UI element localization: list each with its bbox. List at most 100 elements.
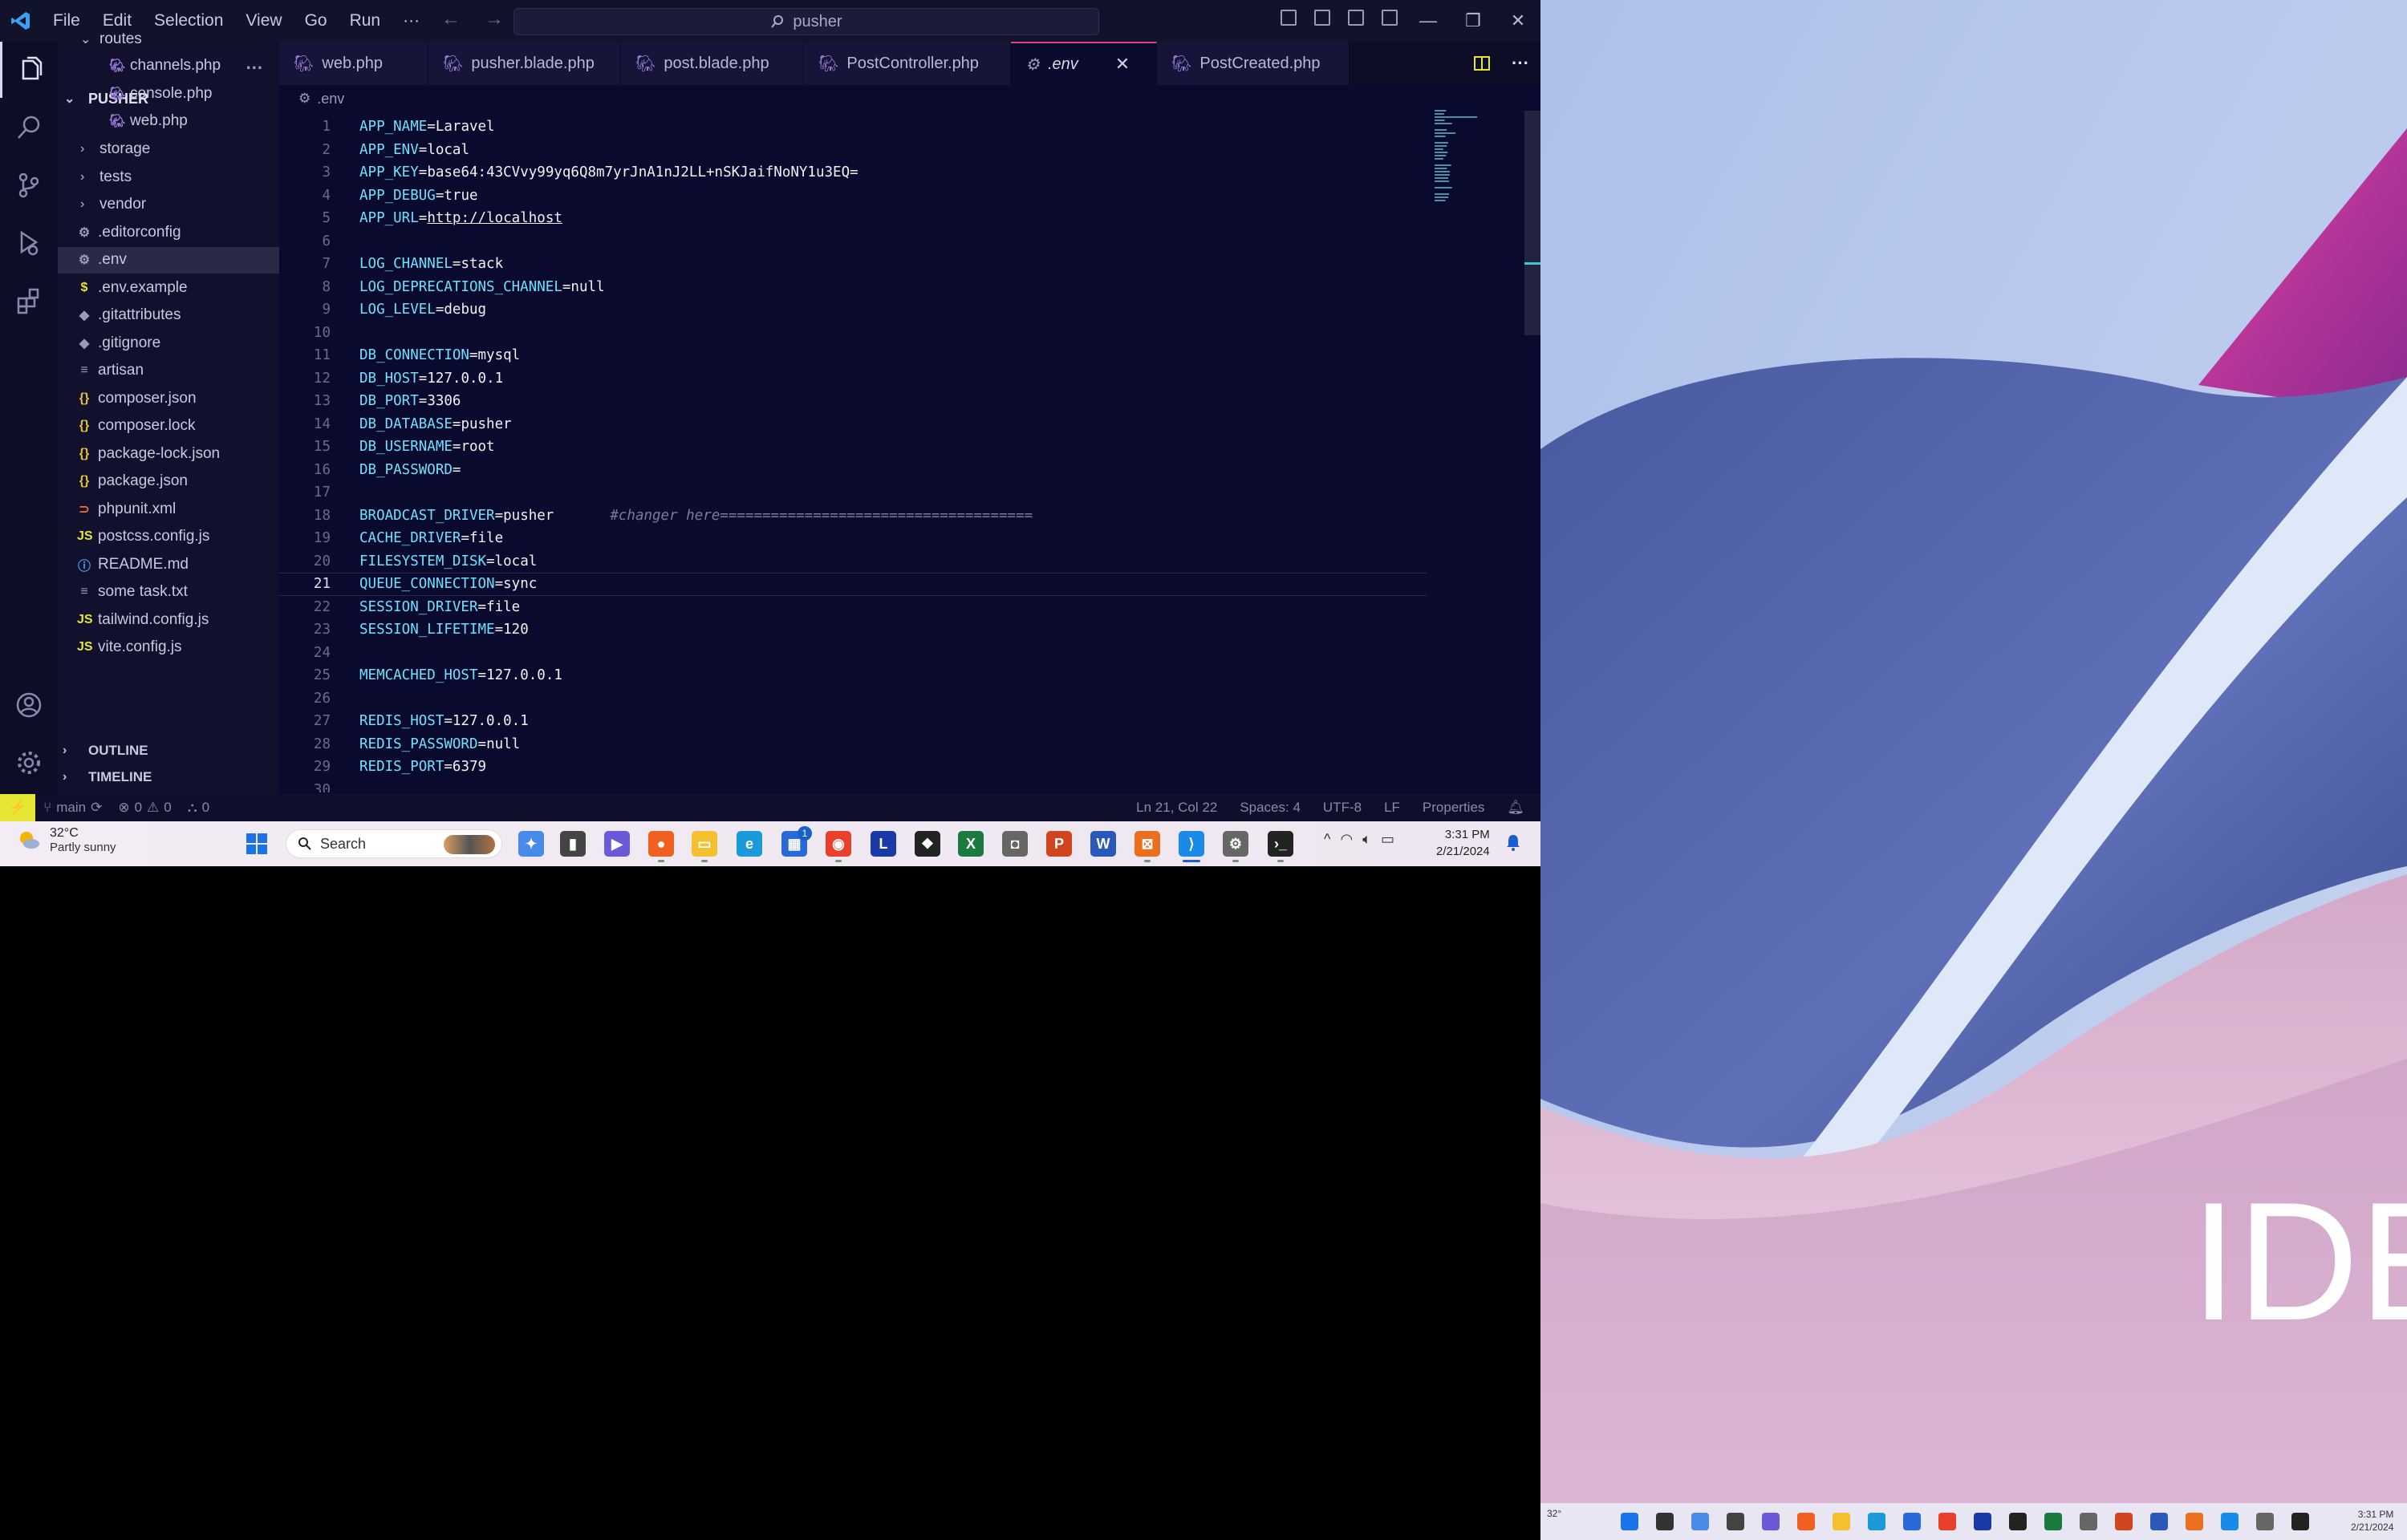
code-line[interactable]: 11 DB_CONNECTION=mysql bbox=[279, 344, 1427, 367]
code-line[interactable]: 18 BROADCAST_DRIVER=pusher #changer here==… bbox=[279, 505, 1427, 528]
clock[interactable]: 3:31 PM 2/21/2024 bbox=[1436, 826, 1490, 860]
editor-more-icon[interactable]: ··· bbox=[1512, 53, 1529, 74]
folder-item[interactable]: › tests bbox=[58, 164, 279, 191]
chrome-icon[interactable]: ◉ bbox=[826, 831, 851, 857]
chevron-up-icon[interactable]: ^ bbox=[1324, 831, 1330, 848]
start-windows-icon[interactable] bbox=[246, 833, 268, 855]
menu-more[interactable]: ··· bbox=[392, 0, 431, 42]
code-line[interactable]: 25 MEMCACHED_HOST=127.0.0.1 bbox=[279, 664, 1427, 687]
chrome-icon[interactable] bbox=[1938, 1513, 1956, 1530]
folder-item[interactable]: ⌄ routes bbox=[58, 26, 279, 53]
tab-postcontroller-php[interactable]: 🐘︎ PostController.php bbox=[804, 42, 1011, 85]
xampp-icon[interactable]: ⊠ bbox=[1134, 831, 1160, 857]
start-windows-icon[interactable] bbox=[1621, 1513, 1638, 1530]
line-ending[interactable]: LF bbox=[1376, 800, 1408, 816]
file-item[interactable]: JS postcss.config.js bbox=[58, 524, 279, 550]
source-control-icon[interactable] bbox=[0, 157, 58, 213]
folder-item[interactable]: › vendor bbox=[58, 192, 279, 218]
code-line[interactable]: 17 bbox=[279, 481, 1427, 505]
vscode-logo-icon[interactable] bbox=[0, 0, 42, 42]
file-item[interactable]: $ .env.example bbox=[58, 275, 279, 302]
outline-section[interactable]: › OUTLINE bbox=[58, 738, 279, 764]
notifications-bell-icon[interactable]: 🔔︎ bbox=[1499, 800, 1532, 816]
weather-widget[interactable]: 32°C Partly sunny bbox=[16, 826, 116, 854]
file-item[interactable]: ◆ .gitignore bbox=[58, 330, 279, 357]
tab-env[interactable]: ⚙ .env ✕ bbox=[1011, 42, 1157, 85]
branch-indicator[interactable]: ⑂ main ⟳ bbox=[35, 800, 110, 816]
powerpoint-icon[interactable]: P bbox=[1046, 831, 1072, 857]
settings-icon[interactable]: ⚙ bbox=[1223, 831, 1248, 857]
file-item[interactable]: ≡ artisan bbox=[58, 358, 279, 384]
file-item[interactable]: JS tailwind.config.js bbox=[58, 607, 279, 634]
extensions-icon[interactable] bbox=[0, 273, 58, 329]
ports-indicator[interactable]: ⛬ 0 bbox=[180, 800, 217, 816]
settings-icon[interactable] bbox=[2256, 1513, 2274, 1530]
word-icon[interactable]: W bbox=[1090, 831, 1116, 857]
edge-icon[interactable]: e bbox=[737, 831, 762, 857]
edge-icon[interactable] bbox=[1868, 1513, 1885, 1530]
file-item[interactable]: ◆ .gitattributes bbox=[58, 302, 279, 329]
file-item[interactable]: {} package-lock.json bbox=[58, 441, 279, 468]
file-item[interactable]: {} composer.json bbox=[58, 386, 279, 412]
volume-icon[interactable]: 🔈︎ bbox=[1362, 831, 1371, 848]
code-line[interactable]: 3 APP_KEY=base64:43CVvy99yq6Q8m7yrJnA1nJ2… bbox=[279, 161, 1427, 184]
l-app-icon[interactable] bbox=[1974, 1513, 1991, 1530]
minimize-icon[interactable]: — bbox=[1406, 0, 1451, 42]
problems-indicator[interactable]: ⊗ 0 ⚠ 0 bbox=[110, 800, 179, 816]
tab-web-php[interactable]: 🐘︎ web.php bbox=[279, 42, 428, 85]
file-item[interactable]: {} package.json bbox=[58, 468, 279, 495]
command-center-search[interactable]: pusher bbox=[513, 8, 1099, 35]
code-line[interactable]: 30 bbox=[279, 779, 1427, 792]
toggle-panel-icon[interactable] bbox=[1314, 10, 1330, 26]
firefox-icon[interactable] bbox=[1797, 1513, 1815, 1530]
store-icon[interactable] bbox=[1903, 1513, 1921, 1530]
code-editor[interactable]: 1 APP_NAME=Laravel 2 APP_ENV=local 3 APP_KEY=… bbox=[279, 111, 1540, 792]
powerpoint-icon[interactable] bbox=[2115, 1513, 2133, 1530]
code-line[interactable]: 9 LOG_LEVEL=debug bbox=[279, 298, 1427, 322]
code-line[interactable]: 29 REDIS_PORT=6379 bbox=[279, 756, 1427, 779]
code-line[interactable]: 19 CACHE_DRIVER=file bbox=[279, 527, 1427, 550]
vscode-icon[interactable] bbox=[2221, 1513, 2239, 1530]
code-line[interactable]: 27 REDIS_HOST=127.0.0.1 bbox=[279, 710, 1427, 733]
timeline-section[interactable]: › TIMELINE bbox=[58, 764, 279, 790]
code-line[interactable]: 2 APP_ENV=local bbox=[279, 139, 1427, 162]
folder-item[interactable]: › storage bbox=[58, 136, 279, 163]
battery-icon[interactable]: ▭ bbox=[1381, 831, 1394, 848]
excel-icon[interactable]: X bbox=[958, 831, 984, 857]
xampp-icon[interactable] bbox=[2186, 1513, 2203, 1530]
folder-icon[interactable]: ▭ bbox=[692, 831, 717, 857]
file-item[interactable]: JS vite.config.js bbox=[58, 634, 279, 661]
restore-icon[interactable]: ❐ bbox=[1451, 0, 1496, 42]
code-line[interactable]: 15 DB_USERNAME=root bbox=[279, 436, 1427, 459]
tab-post-blade-php[interactable]: 🐘︎ post.blade.php bbox=[621, 42, 804, 85]
breadcrumb-file[interactable]: .env bbox=[317, 91, 344, 107]
vscode-icon[interactable]: ⟩ bbox=[1179, 831, 1204, 857]
dropbox-icon[interactable]: ❖ bbox=[915, 831, 940, 857]
manage-gear-icon[interactable] bbox=[0, 735, 58, 791]
file-item[interactable]: ⓘ README.md bbox=[58, 552, 279, 578]
taskbar-search[interactable]: Search bbox=[286, 829, 502, 858]
camera-icon[interactable] bbox=[2080, 1513, 2097, 1530]
customize-layout-icon[interactable] bbox=[1382, 10, 1398, 26]
dropbox-icon[interactable] bbox=[2009, 1513, 2027, 1530]
file-explorer-icon[interactable] bbox=[1727, 1513, 1744, 1530]
code-line[interactable]: 5 APP_URL=http://localhost bbox=[279, 207, 1427, 230]
code-line[interactable]: 23 SESSION_LIFETIME=120 bbox=[279, 618, 1427, 642]
accounts-icon[interactable] bbox=[0, 677, 58, 733]
remote-indicator-icon[interactable]: ⚡ bbox=[0, 794, 35, 821]
encoding[interactable]: UTF-8 bbox=[1315, 800, 1370, 816]
forward-arrow-icon[interactable]: → bbox=[485, 8, 504, 30]
copilot-icon[interactable]: ✦ bbox=[518, 831, 544, 857]
code-line[interactable]: 1 APP_NAME=Laravel bbox=[279, 116, 1427, 139]
run-debug-icon[interactable] bbox=[0, 215, 58, 271]
code-line[interactable]: 10 bbox=[279, 322, 1427, 345]
clock-secondary[interactable]: 3:31 PM 2/21/2024 bbox=[2351, 1508, 2393, 1534]
teams-meet-icon[interactable]: ▶ bbox=[604, 831, 630, 857]
tab-postcreated-php[interactable]: 🐘︎ PostCreated.php bbox=[1157, 42, 1350, 85]
code-line[interactable]: 24 bbox=[279, 642, 1427, 665]
l-app-icon[interactable]: L bbox=[871, 831, 896, 857]
word-icon[interactable] bbox=[2150, 1513, 2168, 1530]
editor-scrollbar[interactable] bbox=[1524, 111, 1540, 335]
toggle-sidebar-icon[interactable] bbox=[1281, 10, 1297, 26]
file-item[interactable]: ≡ some task.txt bbox=[58, 579, 279, 606]
